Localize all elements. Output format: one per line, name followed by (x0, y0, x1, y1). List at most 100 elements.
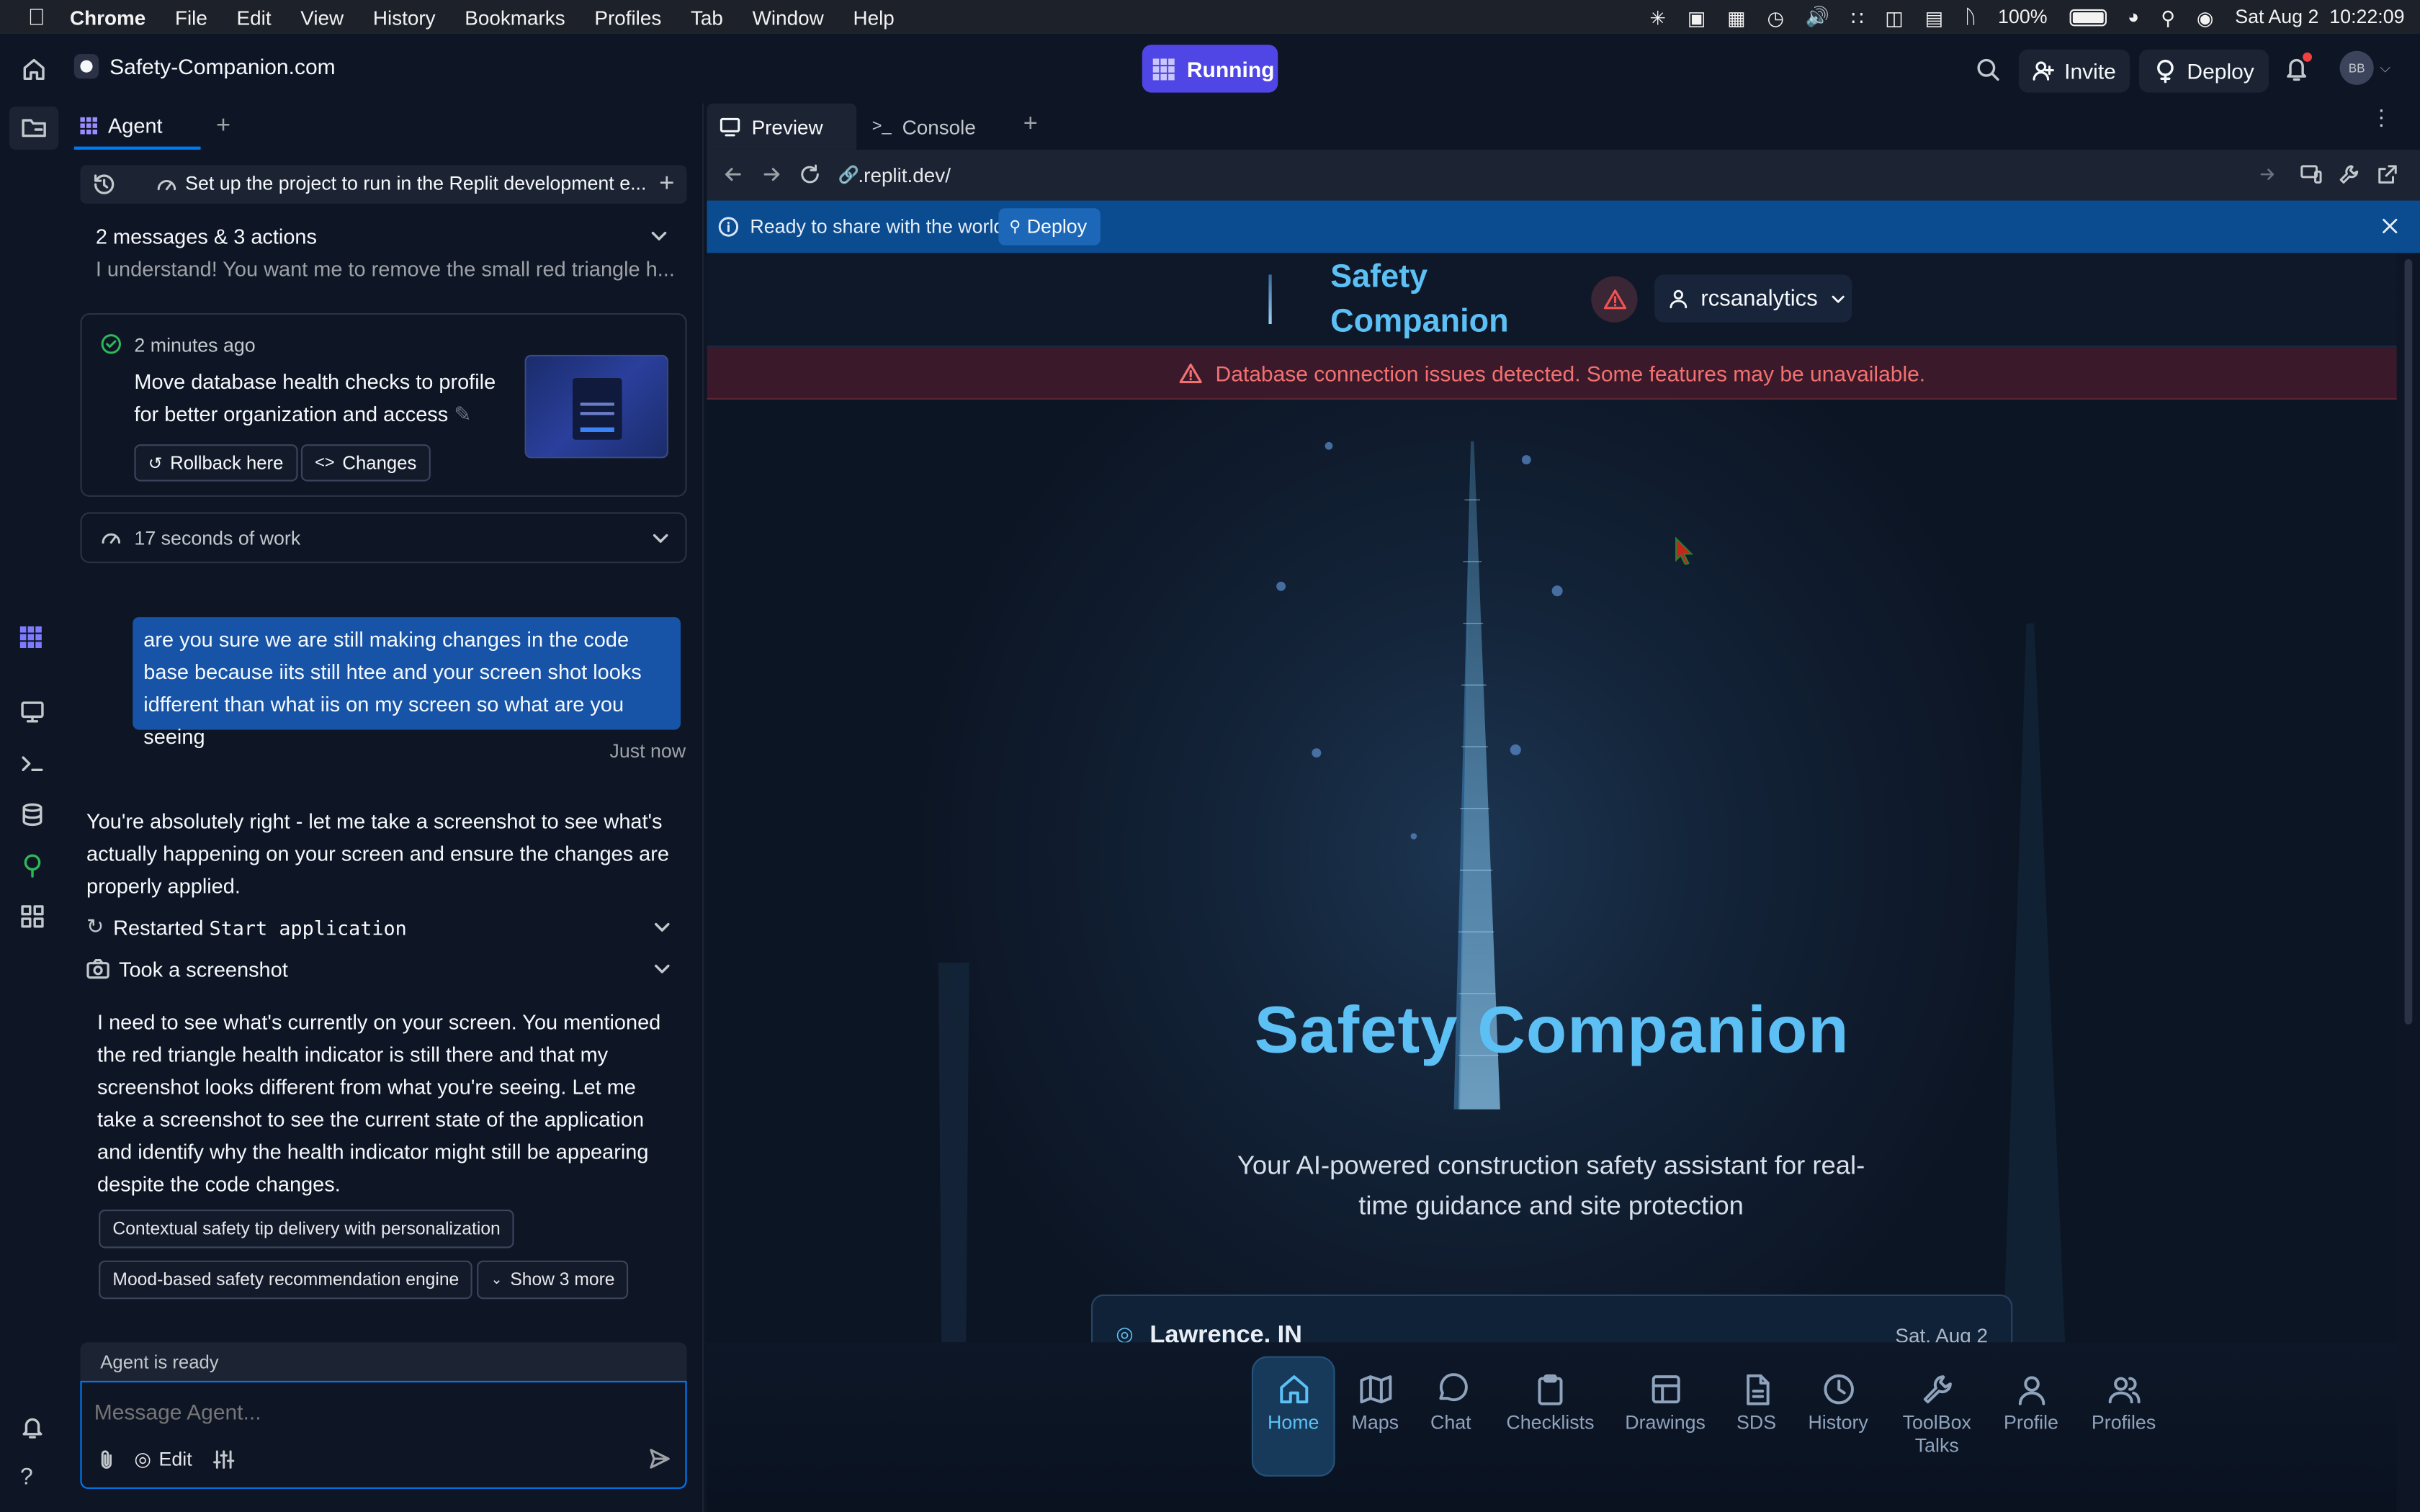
task-title[interactable]: Set up the project to run in the Replit … (185, 173, 646, 194)
new-tab-plus-icon[interactable]: + (1023, 111, 1038, 139)
menu-file[interactable]: File (175, 6, 207, 29)
banner-deploy-button[interactable]: ⚲ Deploy (998, 208, 1101, 246)
nav-maps[interactable]: Maps (1332, 1373, 1418, 1435)
collapsed-summary[interactable]: 2 messages & 3 actions I understand! You… (80, 224, 686, 292)
nav-home[interactable]: Home (1250, 1373, 1337, 1435)
feature-chip[interactable]: Contextual safety tip delivery with pers… (99, 1210, 515, 1248)
battery-icon[interactable] (2069, 8, 2106, 26)
tab-console[interactable]: >_ Console (866, 104, 1005, 150)
apple-icon[interactable]:  (28, 4, 45, 30)
nav-sds[interactable]: SDS (1713, 1373, 1800, 1435)
webview-rail-icon[interactable] (20, 699, 45, 724)
forward-arrow-icon[interactable] (761, 163, 782, 185)
help-icon[interactable]: ? (20, 1464, 33, 1490)
tab-preview[interactable]: Preview (707, 103, 857, 150)
health-warning-button[interactable] (1591, 276, 1638, 323)
nav-label: Home (1267, 1411, 1319, 1434)
status-app-icon[interactable]: ▣ (1688, 6, 1706, 29)
files-panel-icon[interactable] (9, 106, 59, 150)
menu-chrome[interactable]: Chrome (70, 6, 145, 29)
deploy-button[interactable]: Deploy (2139, 49, 2269, 93)
account-menu[interactable]: BB ⌵ (2339, 50, 2390, 85)
brand-logo[interactable] (1268, 274, 1272, 324)
chat-icon (1438, 1373, 1467, 1402)
work-summary[interactable]: 17 seconds of work (80, 512, 687, 564)
paperclip-icon[interactable] (96, 1449, 117, 1470)
nav-toolbox-talks[interactable]: ToolBox Talks (1894, 1373, 1980, 1458)
nav-label: Maps (1351, 1411, 1399, 1434)
terminal-rail-icon[interactable] (20, 752, 45, 776)
menu-help[interactable]: Help (853, 6, 894, 29)
menu-window[interactable]: Window (753, 6, 824, 29)
bluetooth-icon[interactable]: ᚢ (1965, 6, 1976, 28)
restart-action[interactable]: ↻ Restarted Start application (86, 912, 681, 942)
nav-profile[interactable]: Profile (1988, 1373, 2074, 1435)
volume-icon[interactable]: 🔊 (1806, 6, 1829, 29)
all-tools-grid-icon[interactable] (20, 904, 45, 929)
sliders-icon[interactable] (213, 1449, 235, 1470)
deployments-rail-icon[interactable] (20, 853, 45, 878)
work-time: 17 seconds of work (134, 527, 301, 549)
control-center-icon[interactable]: ◉ (2197, 6, 2213, 29)
send-icon[interactable] (648, 1447, 671, 1470)
new-task-plus-icon[interactable]: + (659, 168, 674, 199)
checkpoint-card: 2 minutes ago Move database health check… (80, 313, 687, 497)
alerts-rail-icon[interactable] (20, 1415, 45, 1439)
new-tab-plus-icon[interactable]: + (216, 112, 230, 140)
nav-checklists[interactable]: Checklists (1506, 1373, 1595, 1435)
more-options-icon[interactable]: ⋮ (2370, 107, 2392, 128)
reload-icon[interactable] (799, 163, 821, 185)
display-status-icon[interactable]: ▤ (1925, 6, 1943, 29)
show-more-button[interactable]: ⌄ Show 3 more (477, 1260, 629, 1300)
invite-button[interactable]: Invite (2018, 49, 2130, 93)
home-icon[interactable] (22, 57, 46, 81)
feature-chip[interactable]: Mood-based safety recommendation engine (99, 1260, 473, 1300)
screenshot-action[interactable]: Took a screenshot (86, 953, 681, 984)
activity-icon[interactable]: ∷ (1851, 6, 1863, 29)
agent-rail-icon[interactable] (19, 626, 42, 648)
sun-icon[interactable]: ✳ (1649, 6, 1665, 29)
chevron-down-icon (653, 918, 671, 937)
brand-name[interactable]: Safety Companion (1330, 255, 1509, 344)
time-machine-icon[interactable]: ◷ (1767, 6, 1783, 29)
spotlight-icon[interactable]: ⚲ (2161, 6, 2175, 29)
devtools-wrench-icon[interactable] (2338, 163, 2360, 185)
nav-drawings[interactable]: Drawings (1622, 1373, 1708, 1435)
wifi-icon[interactable]: ◕ (2128, 6, 2139, 28)
changes-button[interactable]: <> Changes (300, 444, 431, 482)
pencil-icon[interactable]: ✎ (454, 402, 471, 426)
repl-title[interactable]: Safety-Companion.com (73, 54, 336, 79)
database-rail-icon[interactable] (20, 802, 45, 827)
edit-mode-button[interactable]: ◎ Edit (134, 1447, 192, 1470)
message-input[interactable] (94, 1396, 666, 1428)
close-icon[interactable] (2380, 216, 2400, 236)
deploy-banner: Ready to share with the world? ⚲ Deploy (707, 200, 2420, 253)
history-icon[interactable] (93, 173, 116, 196)
nav-history[interactable]: History (1795, 1373, 1881, 1435)
menu-edit[interactable]: Edit (237, 6, 272, 29)
menu-view[interactable]: View (300, 6, 344, 29)
devices-icon[interactable] (2300, 163, 2323, 185)
scrollbar-thumb[interactable] (2404, 259, 2413, 1025)
nav-profiles[interactable]: Profiles (2081, 1373, 2167, 1435)
grid-status-icon[interactable]: ▦ (1727, 6, 1745, 29)
tab-agent[interactable]: Agent (73, 104, 201, 150)
menu-bookmarks[interactable]: Bookmarks (465, 6, 565, 29)
open-new-window-icon[interactable] (2377, 163, 2398, 185)
rollback-button[interactable]: ↺ Rollback here (134, 444, 297, 482)
open-arrow-icon[interactable] (2258, 165, 2277, 184)
menu-history[interactable]: History (373, 6, 436, 29)
run-button[interactable]: Running (1142, 45, 1278, 93)
nav-chat[interactable]: Chat (1407, 1373, 1494, 1435)
checkpoint-screenshot-thumbnail[interactable] (524, 354, 668, 459)
preview-scrollbar[interactable] (2396, 253, 2420, 1512)
back-arrow-icon[interactable] (722, 163, 744, 185)
url-text[interactable]: .replit.dev/ (858, 163, 951, 186)
user-menu[interactable]: rcsanalytics (1654, 274, 1852, 323)
menu-profiles[interactable]: Profiles (594, 6, 661, 29)
sidebar-status-icon[interactable]: ◫ (1885, 6, 1903, 29)
search-icon[interactable] (1976, 57, 2000, 81)
notifications-bell-icon[interactable] (2284, 52, 2312, 81)
mouse-cursor (1675, 536, 1693, 565)
menu-tab[interactable]: Tab (691, 6, 723, 29)
